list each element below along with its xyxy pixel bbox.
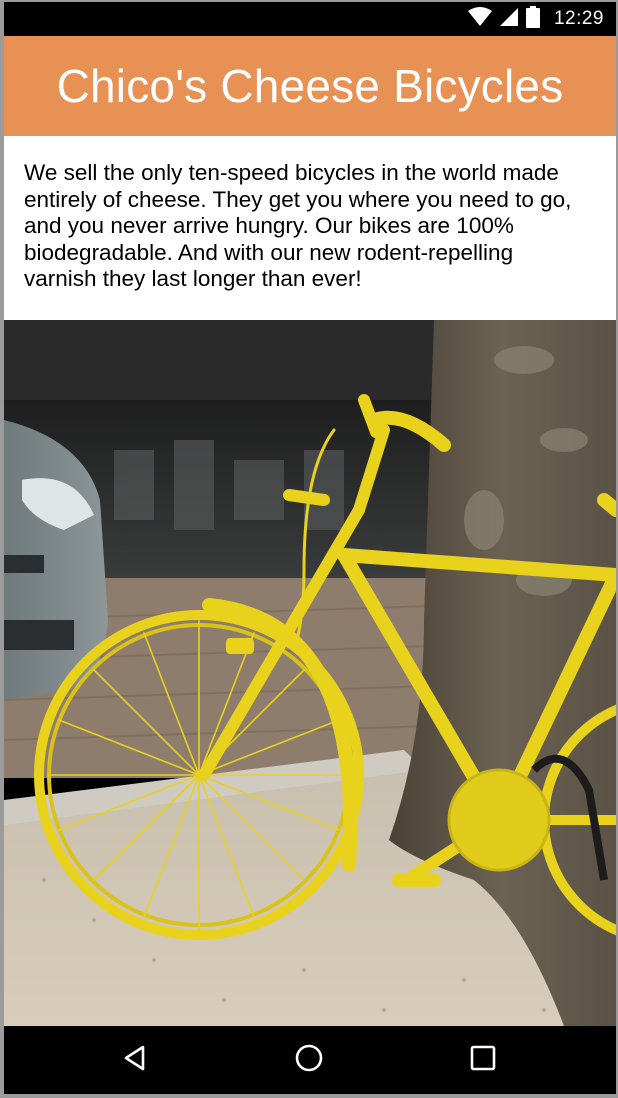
page-title: Chico's Cheese Bicycles: [56, 60, 564, 112]
status-time: 12:29: [553, 8, 604, 29]
battery-icon: [525, 5, 540, 33]
intro-text: We sell the only ten-speed bicycles in t…: [24, 160, 572, 291]
home-icon: [294, 1043, 324, 1078]
phone-screen: 12:29 Chico's Cheese Bicycles We sell th…: [4, 2, 616, 1094]
status-bar: 12:29: [4, 2, 616, 36]
recents-button[interactable]: [463, 1040, 503, 1080]
cell-signal-icon: [499, 7, 518, 32]
navigation-bar: [4, 1026, 616, 1094]
app-header: Chico's Cheese Bicycles: [4, 36, 616, 136]
recents-icon: [470, 1045, 496, 1076]
back-button[interactable]: [115, 1040, 155, 1080]
bicycle-photo: [4, 320, 616, 1026]
back-icon: [121, 1044, 149, 1077]
wifi-icon: [467, 6, 492, 32]
status-icons: 12:29: [467, 2, 604, 36]
home-button[interactable]: [289, 1040, 329, 1080]
intro-section: We sell the only ten-speed bicycles in t…: [4, 136, 616, 320]
